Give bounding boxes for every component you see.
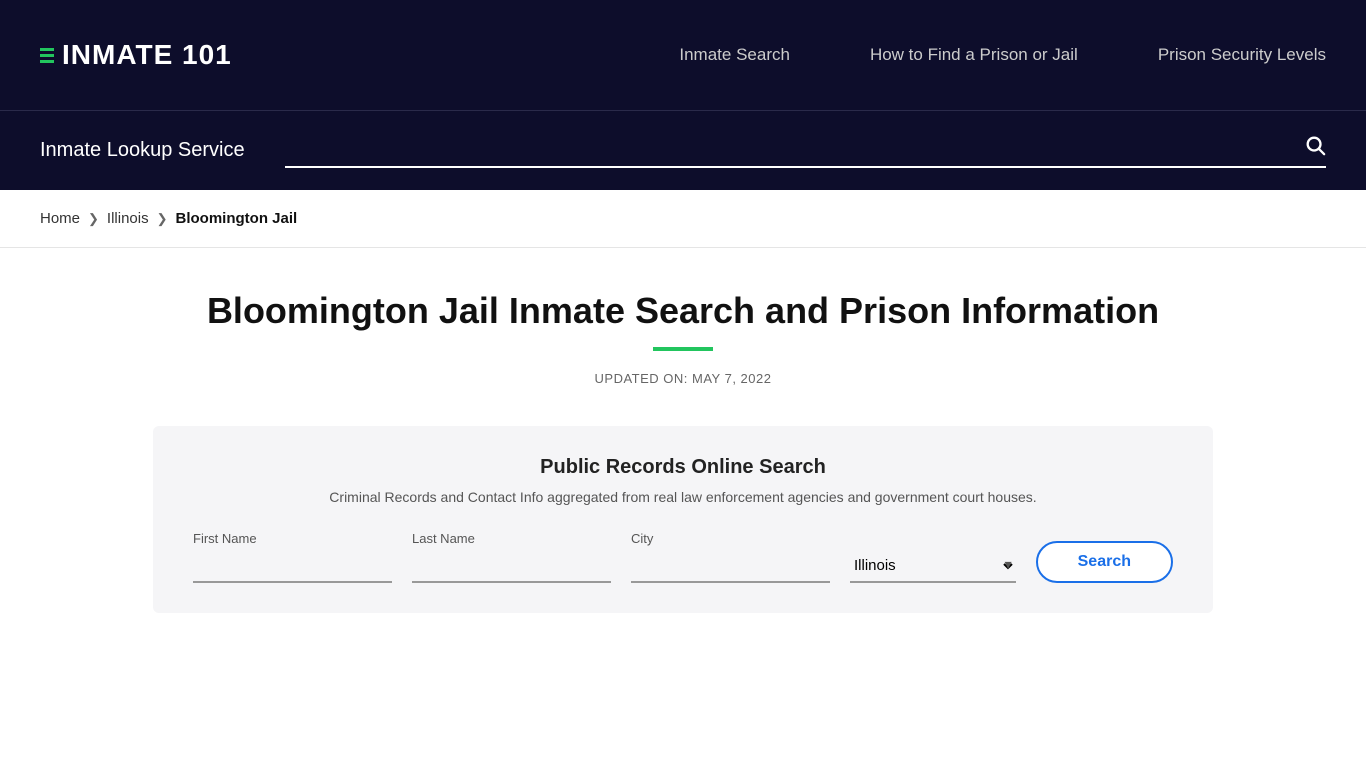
main-content: Bloomington Jail Inmate Search and Priso… [133, 248, 1233, 653]
breadcrumb-chevron-1: ❯ [88, 211, 99, 227]
banner-search-input[interactable] [285, 139, 1296, 157]
city-field-group: City [631, 531, 830, 583]
state-field-group: IllinoisAlabamaAlaskaArizonaArkansasCali… [850, 529, 1016, 583]
logo-text: INMATE 101 [62, 39, 232, 71]
breadcrumb-home[interactable]: Home [40, 210, 80, 227]
state-label [850, 529, 1016, 544]
top-navigation: INMATE 101 Inmate Search How to Find a P… [0, 0, 1366, 110]
first-name-label: First Name [193, 531, 392, 546]
nav-links: Inmate Search How to Find a Prison or Ja… [679, 45, 1326, 65]
breadcrumb: Home ❯ Illinois ❯ Bloomington Jail [0, 190, 1366, 248]
first-name-field-group: First Name [193, 531, 392, 583]
banner-search-button[interactable] [1304, 134, 1326, 162]
city-input[interactable] [631, 552, 830, 583]
breadcrumb-state[interactable]: Illinois [107, 210, 149, 227]
page-title: Bloomington Jail Inmate Search and Priso… [153, 288, 1213, 335]
nav-security-levels[interactable]: Prison Security Levels [1158, 45, 1326, 65]
breadcrumb-chevron-2: ❯ [157, 211, 168, 227]
last-name-field-group: Last Name [412, 531, 611, 583]
city-label: City [631, 531, 830, 546]
search-banner: Inmate Lookup Service [0, 110, 1366, 190]
search-icon [1304, 134, 1326, 156]
search-card-description: Criminal Records and Contact Info aggreg… [193, 489, 1173, 505]
state-select[interactable]: IllinoisAlabamaAlaskaArizonaArkansasCali… [850, 550, 1016, 583]
logo[interactable]: INMATE 101 [40, 39, 232, 71]
first-name-input[interactable] [193, 552, 392, 583]
search-fields: First Name Last Name City IllinoisAlabam… [193, 529, 1173, 583]
last-name-label: Last Name [412, 531, 611, 546]
search-button[interactable]: Search [1036, 541, 1173, 583]
logo-bars-icon [40, 48, 54, 63]
nav-inmate-search[interactable]: Inmate Search [679, 45, 790, 65]
nav-how-to-find[interactable]: How to Find a Prison or Jail [870, 45, 1078, 65]
search-card: Public Records Online Search Criminal Re… [153, 426, 1213, 613]
updated-label: UPDATED ON: MAY 7, 2022 [153, 371, 1213, 386]
banner-search-wrap [285, 134, 1326, 168]
breadcrumb-current: Bloomington Jail [176, 210, 298, 227]
last-name-input[interactable] [412, 552, 611, 583]
search-card-title: Public Records Online Search [193, 456, 1173, 479]
banner-title: Inmate Lookup Service [40, 139, 245, 162]
title-underline [653, 347, 713, 351]
